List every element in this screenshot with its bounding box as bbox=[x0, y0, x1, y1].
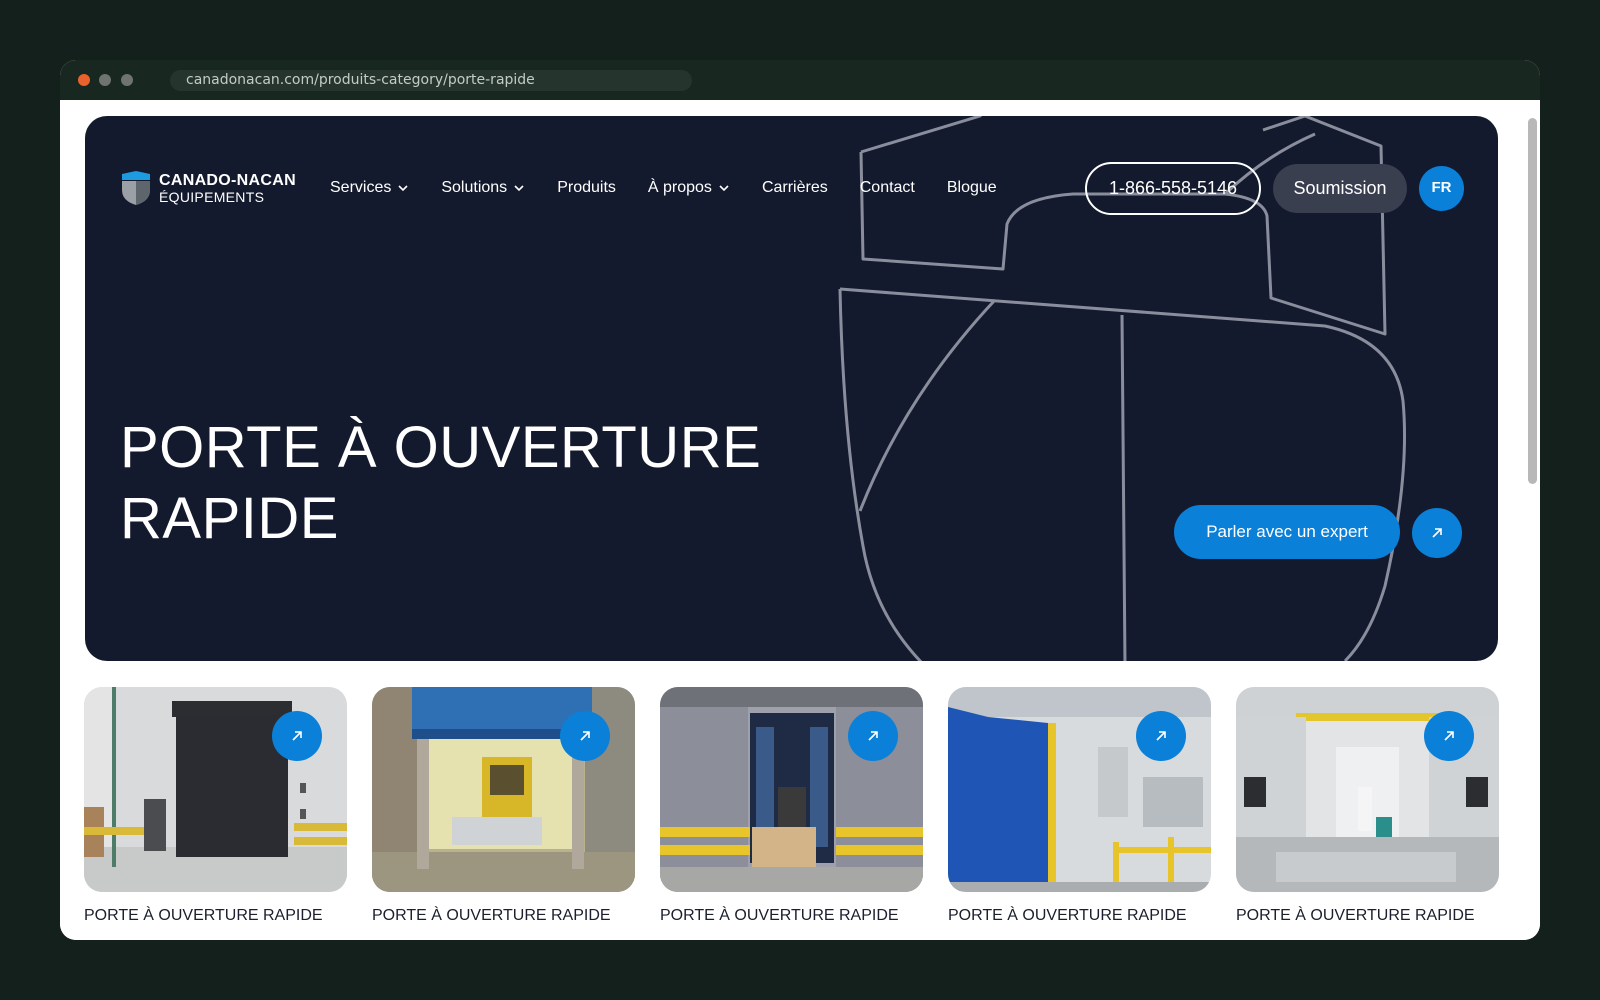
quote-button[interactable]: Soumission bbox=[1273, 164, 1407, 213]
nav-item-produits[interactable]: Produits bbox=[557, 179, 616, 197]
nav-item-carrieres[interactable]: Carrières bbox=[762, 179, 828, 197]
product-category: PORTE À OUVERTURE RAPIDE bbox=[948, 907, 1187, 924]
page-title: PORTE À OUVERTURE RAPIDE bbox=[120, 412, 880, 554]
arrow-up-right-icon bbox=[292, 731, 302, 741]
arrow-up-right-icon bbox=[1432, 528, 1442, 538]
nav-item-a-propos[interactable]: À propos bbox=[648, 179, 730, 197]
product-card[interactable]: PORTE À OUVERTURE RAPIDE bbox=[660, 687, 923, 940]
arrow-up-right-icon bbox=[1156, 731, 1166, 741]
page-scrollbar[interactable] bbox=[1526, 104, 1540, 940]
product-category: PORTE À OUVERTURE RAPIDE bbox=[84, 907, 323, 924]
product-card-arrow-button[interactable] bbox=[272, 711, 322, 761]
page-title-line-1: PORTE À OUVERTURE bbox=[120, 415, 762, 480]
product-grid: PORTE À OUVERTURE RAPIDE PORTE À OUVERTU… bbox=[84, 687, 1499, 940]
product-card[interactable]: PORTE À OUVERTURE RAPIDE bbox=[84, 687, 347, 940]
nav-label: Blogue bbox=[946, 179, 997, 196]
product-category: PORTE À OUVERTURE RAPIDE bbox=[1236, 907, 1475, 924]
chevron-down-icon bbox=[398, 185, 408, 192]
page-title-line-2: RAPIDE bbox=[120, 486, 339, 551]
nav-label: Services bbox=[330, 179, 392, 196]
phone-button[interactable]: 1-866-558-5146 bbox=[1085, 162, 1261, 215]
chevron-down-icon bbox=[514, 185, 524, 192]
maximize-window-button[interactable] bbox=[121, 74, 133, 86]
product-card-arrow-button[interactable] bbox=[1136, 711, 1186, 761]
nav-label: Contact bbox=[859, 179, 915, 196]
arrow-up-right-icon bbox=[580, 731, 590, 741]
nav-label: À propos bbox=[647, 179, 712, 196]
language-switch-button[interactable]: FR bbox=[1419, 166, 1464, 211]
nav-label: Solutions bbox=[441, 179, 508, 196]
chevron-down-icon bbox=[719, 185, 729, 192]
logo-subtitle: ÉQUIPEMENTS bbox=[159, 189, 265, 205]
arrow-up-right-icon bbox=[1444, 731, 1454, 741]
browser-titlebar: canadonacan.com/produits-category/porte-… bbox=[60, 60, 1540, 100]
hero-banner: CANADO-NACAN ÉQUIPEMENTS Services Soluti… bbox=[85, 116, 1498, 661]
product-category: PORTE À OUVERTURE RAPIDE bbox=[372, 907, 611, 924]
nav-label: Produits bbox=[557, 179, 616, 196]
site-logo[interactable]: CANADO-NACAN ÉQUIPEMENTS bbox=[120, 170, 300, 206]
nav-item-services[interactable]: Services bbox=[330, 179, 409, 197]
product-card[interactable]: PORTE À OUVERTURE RAPIDE bbox=[1236, 687, 1499, 940]
talk-to-expert-arrow-button[interactable] bbox=[1412, 508, 1462, 558]
talk-to-expert-button[interactable]: Parler avec un expert bbox=[1174, 505, 1400, 559]
product-card-arrow-button[interactable] bbox=[1424, 711, 1474, 761]
nav-item-blogue[interactable]: Blogue bbox=[947, 179, 997, 197]
product-category: PORTE À OUVERTURE RAPIDE bbox=[660, 907, 899, 924]
nav-item-contact[interactable]: Contact bbox=[860, 179, 915, 197]
main-nav: Services Solutions Produits À propos Car… bbox=[330, 174, 997, 202]
product-card[interactable]: PORTE À OUVERTURE RAPIDE bbox=[948, 687, 1211, 940]
nav-label: Carrières bbox=[761, 179, 828, 196]
page-viewport: CANADO-NACAN ÉQUIPEMENTS Services Soluti… bbox=[60, 100, 1540, 940]
product-card-arrow-button[interactable] bbox=[560, 711, 610, 761]
browser-window: canadonacan.com/produits-category/porte-… bbox=[60, 60, 1540, 940]
product-card-arrow-button[interactable] bbox=[848, 711, 898, 761]
logo-shield-icon bbox=[122, 171, 150, 205]
minimize-window-button[interactable] bbox=[99, 74, 111, 86]
logo-name: CANADO-NACAN bbox=[159, 172, 296, 189]
arrow-up-right-icon bbox=[868, 731, 878, 741]
scrollbar-thumb[interactable] bbox=[1528, 118, 1537, 484]
close-window-button[interactable] bbox=[78, 74, 90, 86]
product-card[interactable]: PORTE À OUVERTURE RAPIDE bbox=[372, 687, 635, 940]
address-bar[interactable]: canadonacan.com/produits-category/porte-… bbox=[170, 70, 692, 91]
nav-item-solutions[interactable]: Solutions bbox=[441, 179, 525, 197]
